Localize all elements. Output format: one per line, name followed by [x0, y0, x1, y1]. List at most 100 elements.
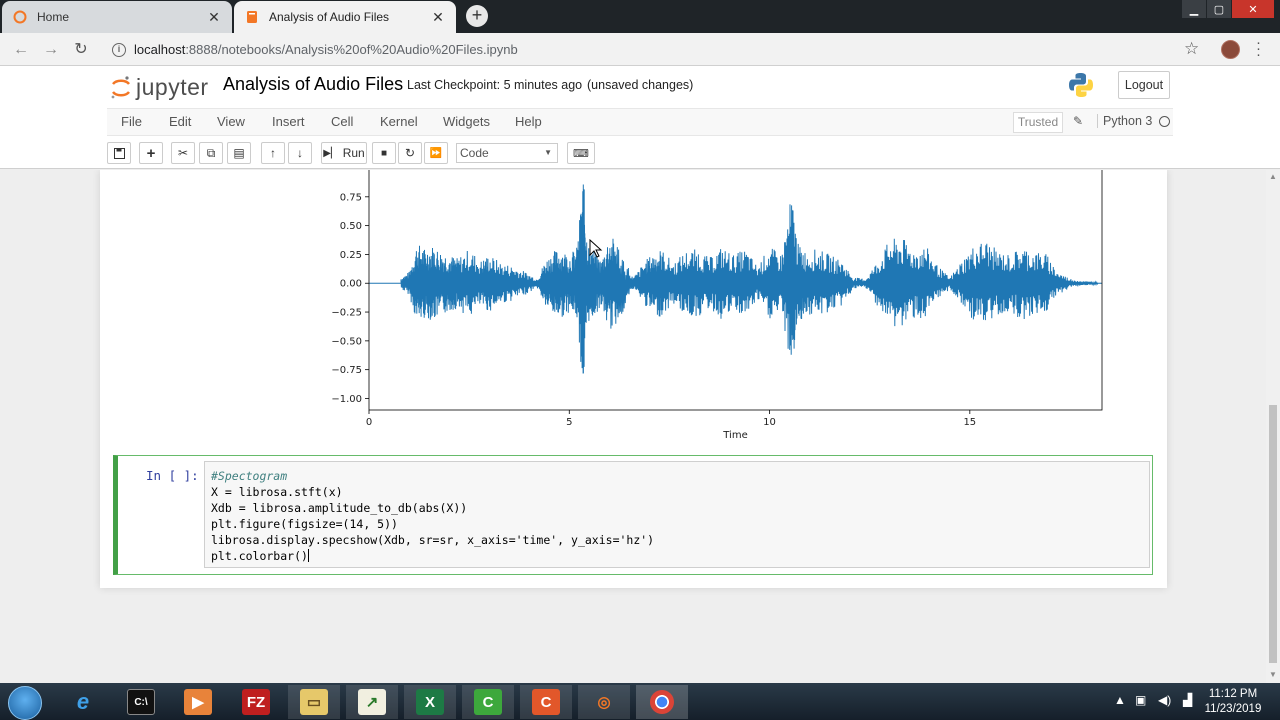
chrome-icon[interactable]	[636, 685, 688, 719]
close-tab-icon[interactable]: ✕	[430, 9, 446, 26]
paste-icon[interactable]: ▤	[227, 142, 251, 164]
menu-kernel[interactable]: Kernel	[380, 114, 418, 129]
jupyter-logo[interactable]: jupyter	[110, 74, 209, 101]
tab-title: Analysis of Audio Files	[269, 10, 390, 24]
profile-avatar[interactable]	[1221, 40, 1240, 59]
jupyter-app-icon[interactable]: ◎	[578, 685, 630, 719]
logout-button[interactable]: Logout	[1118, 71, 1170, 99]
media-player-icon[interactable]: ▶	[172, 685, 224, 719]
edit-pencil-icon[interactable]: ✎	[1073, 114, 1083, 128]
menu-widgets[interactable]: Widgets	[443, 114, 490, 129]
clock-time: 11:12 PM	[1208, 688, 1258, 700]
run-icon: ▶▏	[323, 147, 339, 159]
cell-prompt: In [ ]:	[146, 468, 199, 483]
menu-insert[interactable]: Insert	[272, 114, 305, 129]
move-down-icon[interactable]: ↓	[288, 142, 312, 164]
windows-taskbar: e C:\ ▶ FZ ▭ ↗ X C C ◎ ▲ ▣ ◀) ▟ 11:12 PM…	[0, 683, 1280, 720]
interrupt-icon[interactable]: ■	[372, 142, 396, 164]
menu-view[interactable]: View	[217, 114, 245, 129]
filezilla-icon[interactable]: FZ	[230, 685, 282, 719]
python-logo-icon	[1068, 72, 1094, 98]
x-tick-label: 5	[566, 417, 572, 428]
browser-menu-icon[interactable]: · · ·	[1256, 35, 1261, 62]
y-tick-label: −0.50	[331, 336, 362, 347]
url-field[interactable]: i localhost:8888/notebooks/Analysis%20of…	[104, 37, 1208, 62]
y-tick-label: −0.75	[331, 365, 362, 376]
tray-device-icon[interactable]: ▣	[1135, 693, 1146, 707]
y-tick-label: 0.00	[340, 279, 362, 290]
code-line: #Spectogram	[211, 469, 288, 483]
taskbar-clock[interactable]: 11:12 PM 11/23/2019	[1200, 687, 1266, 717]
tab-analysis[interactable]: Analysis of Audio Files ✕	[234, 1, 456, 33]
keyboard-icon[interactable]: ⌨	[567, 142, 595, 164]
scroll-up-icon[interactable]: ▲	[1269, 172, 1277, 181]
run-button[interactable]: ▶▏ Run	[321, 142, 367, 164]
cut-icon[interactable]: ✂	[171, 142, 195, 164]
y-tick-label: −1.00	[331, 394, 362, 405]
address-bar: ← → ↻ i localhost:8888/notebooks/Analysi…	[0, 33, 1280, 66]
minimize-icon[interactable]: ▁	[1182, 0, 1206, 18]
network-icon[interactable]: ▟	[1183, 693, 1192, 707]
close-window-icon[interactable]: ✕	[1232, 0, 1274, 18]
waveform-plot: 0.75 0.50 0.25 0.00 −0.25 −0.50 −0.75 −1.00 0 5 10…	[331, 170, 1103, 441]
y-tick-label: 0.50	[340, 221, 362, 232]
tab-title: Home	[37, 10, 70, 24]
mouse-pointer-icon	[589, 238, 603, 262]
tab-home[interactable]: Home ✕	[2, 1, 232, 33]
camtasia-green-icon[interactable]: C	[462, 685, 514, 719]
jupyter-favicon-icon	[12, 9, 28, 25]
text-cursor	[307, 549, 309, 562]
explorer-icon[interactable]: ▭	[288, 685, 340, 719]
menu-cell[interactable]: Cell	[331, 114, 353, 129]
bookmark-star-icon[interactable]: ☆	[1184, 39, 1199, 59]
code-line: plt.colorbar()	[211, 549, 309, 563]
restart-run-all-icon[interactable]: ⏩	[424, 142, 448, 164]
restart-icon[interactable]: ↻	[398, 142, 422, 164]
x-tick-label: 10	[763, 417, 776, 428]
waveform-line	[369, 184, 1102, 374]
close-tab-icon[interactable]: ✕	[206, 9, 222, 26]
scroll-down-icon[interactable]: ▼	[1269, 670, 1277, 679]
menu-help[interactable]: Help	[515, 114, 542, 129]
x-tick-label: 15	[963, 417, 976, 428]
code-editor[interactable]: #Spectogram X = librosa.stft(x) Xdb = li…	[204, 461, 1150, 568]
chevron-down-icon: ▼	[544, 148, 552, 157]
save-icon[interactable]	[107, 142, 131, 164]
scrollbar-thumb[interactable]	[1269, 405, 1277, 663]
camtasia-orange-icon[interactable]: C	[520, 685, 572, 719]
reload-icon[interactable]: ↻	[70, 39, 92, 61]
menu-edit[interactable]: Edit	[169, 114, 191, 129]
browser-tab-strip: Home ✕ Analysis of Audio Files ✕ + ▁ ▢ ✕	[0, 0, 1280, 33]
cell-type-select[interactable]: Code ▼	[456, 143, 558, 163]
code-cell[interactable]: In [ ]: #Spectogram X = librosa.stft(x) …	[113, 455, 1153, 575]
volume-icon[interactable]: ◀)	[1158, 693, 1171, 707]
menu-file[interactable]: File	[121, 114, 142, 129]
tray-expand-icon[interactable]: ▲	[1114, 693, 1126, 707]
move-up-icon[interactable]: ↑	[261, 142, 285, 164]
cell-type-value: Code	[460, 146, 489, 160]
cmd-icon[interactable]: C:\	[115, 685, 167, 719]
kernel-idle-icon	[1159, 116, 1170, 127]
code-line: Xdb = librosa.amplitude_to_db(abs(X))	[211, 501, 468, 515]
copy-icon[interactable]: ⧉	[199, 142, 223, 164]
clock-date: 11/23/2019	[1204, 703, 1262, 715]
kernel-name[interactable]: Python 3	[1097, 114, 1152, 128]
site-info-icon[interactable]: i	[112, 42, 126, 57]
excel-icon[interactable]: X	[404, 685, 456, 719]
trusted-indicator[interactable]: Trusted	[1013, 112, 1063, 133]
new-tab-button[interactable]: +	[466, 5, 488, 27]
x-axis-label: Time	[722, 430, 747, 441]
back-icon[interactable]: ←	[10, 39, 32, 61]
notebook-favicon-icon	[244, 9, 260, 25]
notebook-area: 0.75 0.50 0.25 0.00 −0.25 −0.50 −0.75 −1.00 0 5 10…	[0, 170, 1266, 683]
start-button[interactable]	[8, 686, 42, 720]
chart-app-icon[interactable]: ↗	[346, 685, 398, 719]
notebook-name[interactable]: Analysis of Audio Files	[223, 74, 403, 95]
page-scrollbar[interactable]: ▲ ▼	[1266, 170, 1280, 683]
ie-icon[interactable]: e	[57, 685, 109, 719]
jupyter-header: jupyter Analysis of Audio Files Last Che…	[0, 66, 1280, 169]
insert-cell-icon[interactable]: +	[139, 142, 163, 164]
maximize-icon[interactable]: ▢	[1207, 0, 1231, 18]
notebook-container: 0.75 0.50 0.25 0.00 −0.25 −0.50 −0.75 −1.00 0 5 10…	[100, 170, 1167, 588]
forward-icon[interactable]: →	[40, 39, 62, 61]
